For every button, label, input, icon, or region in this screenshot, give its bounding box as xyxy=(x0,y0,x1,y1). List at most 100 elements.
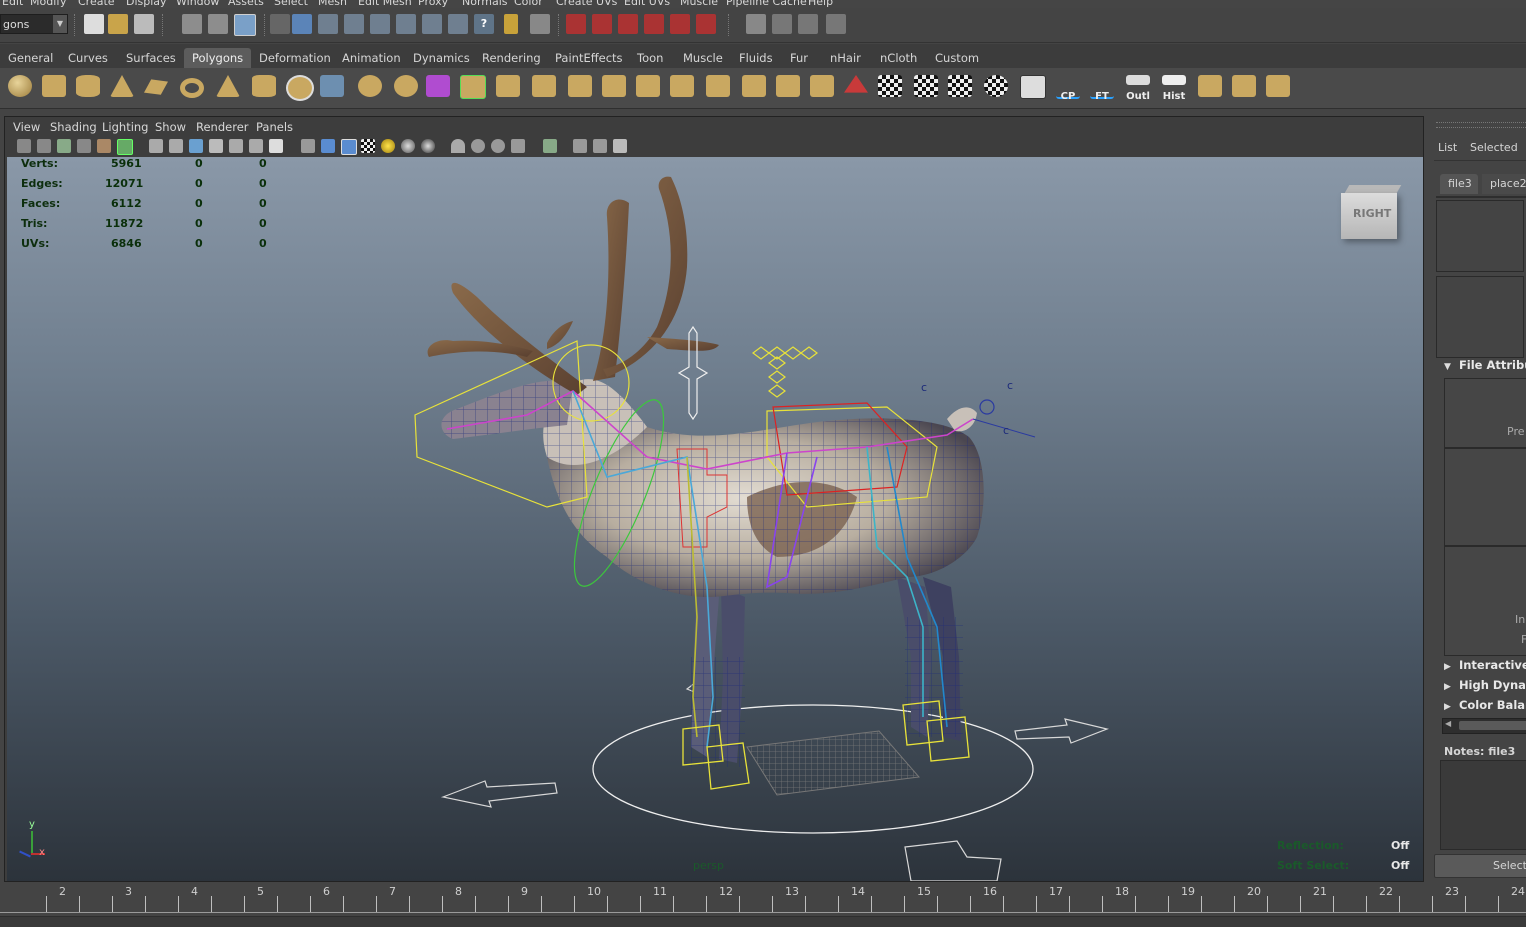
menu-pipeline-cache[interactable]: Pipeline Cache xyxy=(726,0,807,8)
menu-edit[interactable]: Edit xyxy=(2,0,23,8)
automatic-mapping-icon[interactable] xyxy=(982,73,1010,103)
select-by-object-icon[interactable] xyxy=(208,14,228,34)
menu-muscle[interactable]: Muscle xyxy=(680,0,718,8)
cleanup-icon[interactable] xyxy=(1264,73,1292,103)
shadows-icon[interactable] xyxy=(401,139,415,153)
field-chart-icon[interactable] xyxy=(229,139,243,153)
menu-edit-uvs[interactable]: Edit UVs xyxy=(624,0,670,8)
scroll-left-icon[interactable]: ◀ xyxy=(1445,719,1451,728)
camera-attributes-icon[interactable] xyxy=(37,139,51,153)
shelf-tab-rendering[interactable]: Rendering xyxy=(482,48,541,68)
offset-edge-loop-icon[interactable] xyxy=(634,73,662,103)
menu-modify[interactable]: Modify xyxy=(30,0,66,8)
shelf-tab-ncloth[interactable]: nCloth xyxy=(880,48,917,68)
shelf-tab-muscle[interactable]: Muscle xyxy=(683,48,723,68)
poly-cube-icon[interactable] xyxy=(40,73,68,103)
select-camera-icon[interactable] xyxy=(17,139,31,153)
shelf-tab-polygons[interactable]: Polygons xyxy=(184,48,252,68)
poly-sphere-icon[interactable] xyxy=(6,73,34,103)
snap-to-view-plane-icon[interactable] xyxy=(644,14,664,34)
ae-select-button[interactable]: Select xyxy=(1434,854,1526,878)
help-icon[interactable]: ? xyxy=(474,14,494,34)
ae-section-color-balance[interactable]: ▶ Color Balance xyxy=(1444,698,1526,716)
select-by-hierarchy-icon[interactable] xyxy=(182,14,202,34)
menu-select[interactable]: Select xyxy=(274,0,308,8)
isolate-select-icon[interactable] xyxy=(451,139,465,153)
bookmarks-icon[interactable] xyxy=(57,139,71,153)
smooth-proxy-icon[interactable] xyxy=(424,73,452,103)
shelf-tab-animation[interactable]: Animation xyxy=(342,48,401,68)
insert-edge-loop-icon[interactable] xyxy=(600,73,628,103)
shelf-tab-dynamics[interactable]: Dynamics xyxy=(413,48,470,68)
film-gate-icon[interactable] xyxy=(169,139,183,153)
panel-menu-panels[interactable]: Panels xyxy=(256,120,293,134)
ae-section-interactive[interactable]: ▶ Interactive xyxy=(1444,658,1526,676)
menu-edit-mesh[interactable]: Edit Mesh xyxy=(358,0,412,8)
image-plane-icon[interactable] xyxy=(77,139,91,153)
menu-create[interactable]: Create xyxy=(78,0,115,8)
menu-create-uvs[interactable]: Create UVs xyxy=(556,0,617,8)
use-all-lights-icon[interactable] xyxy=(381,139,395,153)
xray-joints-icon[interactable] xyxy=(491,139,505,153)
poly-pipe-icon[interactable] xyxy=(250,73,278,103)
view-cube[interactable]: RIGHT xyxy=(1341,185,1405,241)
make-live-icon[interactable] xyxy=(670,14,690,34)
shelf-tab-surfaces[interactable]: Surfaces xyxy=(126,48,176,68)
menu-window[interactable]: Window xyxy=(176,0,219,8)
select-rendering-icon[interactable] xyxy=(448,14,468,34)
ae-tab-file3[interactable]: file3 xyxy=(1440,174,1478,194)
grease-pencil-icon[interactable] xyxy=(117,139,133,155)
panel-menu-lighting[interactable]: Lighting xyxy=(102,120,148,134)
grid-icon[interactable] xyxy=(149,139,163,153)
poly-pyramid-icon[interactable] xyxy=(214,73,242,103)
shelf-tab-painteffects[interactable]: PaintEffects xyxy=(555,48,623,68)
bridge-icon[interactable] xyxy=(494,73,522,103)
gate-mask-icon[interactable] xyxy=(209,139,223,153)
outliner-icon[interactable]: Outl xyxy=(1124,73,1152,103)
time-slider[interactable]: 2 3 4 5 6 7 8 9 10 11 12 13 14 15 16 17 18 19 20 21 22 23 24 xyxy=(0,882,1526,927)
select-handles-icon[interactable] xyxy=(292,14,312,34)
select-mask-icon[interactable] xyxy=(543,139,557,153)
shelf-tab-general[interactable]: General xyxy=(8,48,53,68)
snap-magnet-icon[interactable] xyxy=(696,14,716,34)
poke-face-icon[interactable] xyxy=(740,73,768,103)
ae-menu-selected[interactable]: Selected xyxy=(1470,141,1518,154)
snap-to-curve-icon[interactable] xyxy=(592,14,612,34)
wireframe-icon[interactable] xyxy=(301,139,315,153)
ae-section-high-dynamic[interactable]: ▶ High Dynamic xyxy=(1444,678,1526,696)
delete-history-icon[interactable]: Hist xyxy=(1160,73,1188,103)
ae-notes-field[interactable] xyxy=(1440,760,1526,850)
shelf-tab-deformation[interactable]: Deformation xyxy=(259,48,331,68)
mirror-geometry-icon[interactable] xyxy=(1196,73,1224,103)
panel-menu-shading[interactable]: Shading xyxy=(50,120,97,134)
menu-normals[interactable]: Normals xyxy=(462,0,508,8)
new-scene-icon[interactable] xyxy=(84,14,104,34)
frame-selection-icon[interactable] xyxy=(573,139,587,153)
render-settings-icon[interactable] xyxy=(826,14,846,34)
append-polygon-icon[interactable] xyxy=(530,73,558,103)
transfer-attributes-icon[interactable] xyxy=(1230,73,1258,103)
lock-selection-icon[interactable] xyxy=(504,14,518,34)
ae-menu-list[interactable]: List xyxy=(1438,141,1457,154)
smooth-icon[interactable] xyxy=(392,73,420,103)
shelf-tab-fur[interactable]: Fur xyxy=(790,48,808,68)
shelf-tab-fluids[interactable]: Fluids xyxy=(739,48,773,68)
shelf-tab-nhair[interactable]: nHair xyxy=(830,48,861,68)
open-scene-icon[interactable] xyxy=(108,14,128,34)
duplicate-face-icon[interactable] xyxy=(808,73,836,103)
separate-icon[interactable] xyxy=(356,73,384,103)
spherical-mapping-icon[interactable] xyxy=(946,73,974,103)
ae-tab-place2d[interactable]: place2d xyxy=(1482,174,1526,194)
select-dynamics-icon[interactable] xyxy=(422,14,442,34)
merge-vertices-icon[interactable] xyxy=(704,73,732,103)
freeze-transforms-icon[interactable]: FT xyxy=(1088,73,1116,103)
render-view-icon[interactable] xyxy=(746,14,766,34)
shelf-tab-toon[interactable]: Toon xyxy=(637,48,663,68)
bevel-icon[interactable] xyxy=(668,73,696,103)
poly-torus-icon[interactable] xyxy=(178,73,206,103)
select-deformations-icon[interactable] xyxy=(396,14,416,34)
frame-all-icon[interactable] xyxy=(593,139,607,153)
smooth-shade-icon[interactable] xyxy=(321,139,335,153)
menu-assets[interactable]: Assets xyxy=(228,0,264,8)
chevron-down-icon[interactable]: ▼ xyxy=(53,15,67,33)
